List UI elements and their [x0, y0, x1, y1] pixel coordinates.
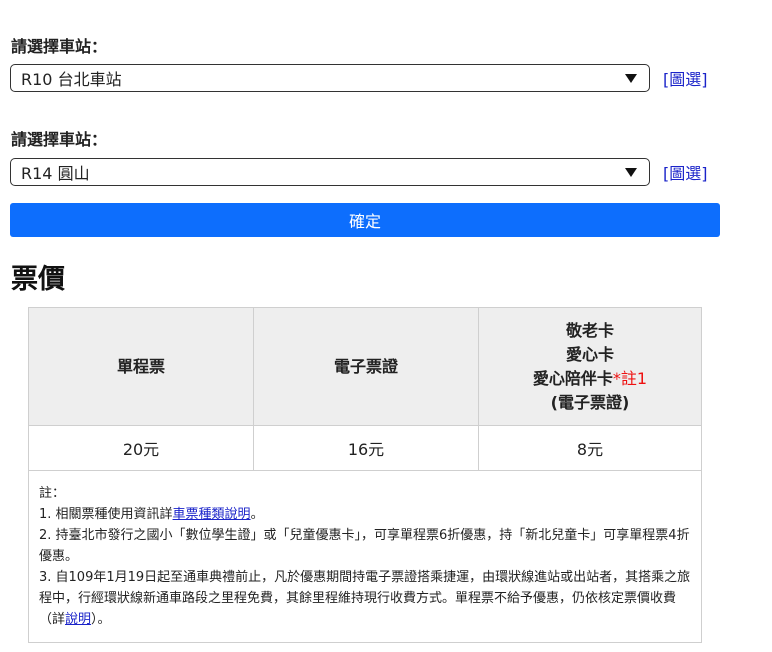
- header-concession-line3: 愛心陪伴卡: [532, 368, 613, 388]
- fare-ecard: 16元: [253, 425, 479, 471]
- station-select-1-value: R10 台北車站: [21, 70, 122, 89]
- header-single-ticket: 單程票: [28, 307, 254, 426]
- map-select-link-2[interactable]: [圖選]: [663, 160, 708, 184]
- fare-table: 單程票 電子票證 敬老卡 愛心卡 愛心陪伴卡*註1 (電子票證) 20元 16元…: [28, 307, 702, 643]
- note-1: 1. 相關票種使用資訊詳車票種類說明。: [39, 504, 691, 525]
- note-3: 3. 自109年1月19日起至通車典禮前止，凡於優惠期間持電子票證搭乘捷運，由環…: [39, 567, 691, 630]
- note-1-text: 1. 相關票種使用資訊詳: [39, 507, 173, 522]
- header-concession-line4: (電子票證): [550, 392, 630, 412]
- dropdown-caret-icon: [625, 168, 637, 177]
- explanation-link[interactable]: 說明: [65, 612, 91, 627]
- fare-notes-row: 註： 1. 相關票種使用資訊詳車票種類說明。 2. 持臺北市發行之國小「數位學生…: [28, 470, 702, 643]
- station-select-label-1: 請選擇車站：: [11, 37, 108, 56]
- confirm-button[interactable]: 確定: [10, 203, 720, 237]
- header-concession-line3-wrap: 愛心陪伴卡*註1: [479, 367, 701, 391]
- station-select-2[interactable]: R14 圓山: [10, 158, 650, 186]
- station-select-label-2: 請選擇車站：: [11, 130, 108, 149]
- header-concession-line2: 愛心卡: [565, 344, 614, 364]
- fare-header-row: 單程票 電子票證 敬老卡 愛心卡 愛心陪伴卡*註1 (電子票證): [28, 307, 702, 426]
- station-select-1[interactable]: R10 台北車站: [10, 64, 650, 92]
- fare-section-title: 票價: [11, 264, 65, 295]
- header-concession-line1: 敬老卡: [565, 320, 614, 340]
- station-select-2-value: R14 圓山: [21, 164, 90, 183]
- note-3-suffix: ）。: [91, 612, 111, 627]
- ticket-types-link[interactable]: 車票種類說明: [173, 507, 251, 522]
- fare-single: 20元: [28, 425, 254, 471]
- notes-title: 註：: [39, 486, 66, 501]
- note-1-suffix: 。: [250, 507, 264, 522]
- header-concession: 敬老卡 愛心卡 愛心陪伴卡*註1 (電子票證): [478, 307, 702, 426]
- fare-notes: 註： 1. 相關票種使用資訊詳車票種類說明。 2. 持臺北市發行之國小「數位學生…: [28, 470, 702, 643]
- map-select-link-1[interactable]: [圖選]: [663, 66, 708, 90]
- dropdown-caret-icon: [625, 74, 637, 83]
- fare-concession: 8元: [478, 425, 702, 471]
- header-ecard: 電子票證: [253, 307, 479, 426]
- note-3-text: 3. 自109年1月19日起至通車典禮前止，凡於優惠期間持電子票證搭乘捷運，由環…: [39, 570, 691, 627]
- fare-value-row: 20元 16元 8元: [28, 425, 702, 471]
- footnote-marker: *註1: [612, 368, 648, 388]
- note-2: 2. 持臺北市發行之國小「數位學生證」或「兒童優惠卡」，可享單程票6折優惠，持「…: [39, 528, 690, 564]
